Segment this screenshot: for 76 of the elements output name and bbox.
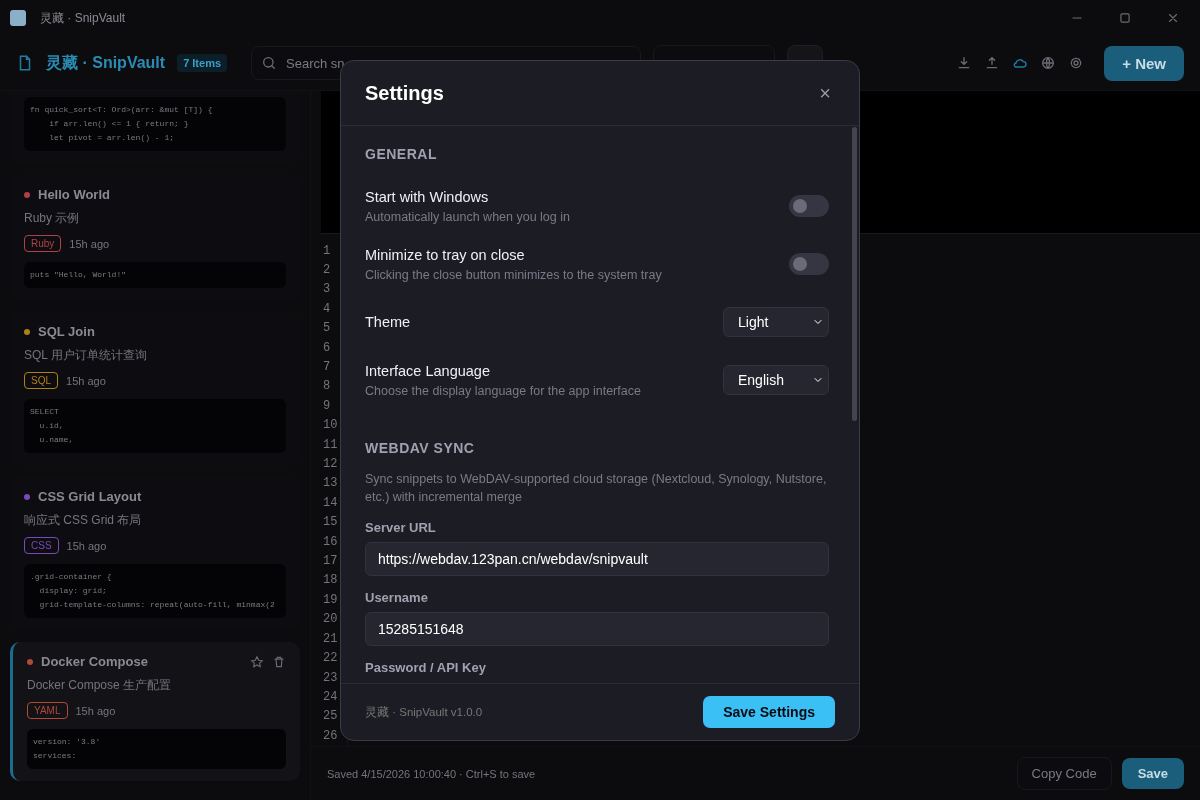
snippet-age: 15h ago (66, 539, 107, 552)
snippet-description: Docker Compose 生产配置 (27, 677, 173, 694)
section-heading: GENERAL (365, 146, 438, 162)
line-number: 6 (323, 339, 332, 357)
line-number: 22 (323, 650, 339, 668)
field-label: Password / API Key (365, 660, 487, 675)
code-preview: version: '3.8' services: (27, 729, 286, 769)
snippet-age: 15h ago (69, 237, 110, 250)
close-button[interactable]: × (815, 81, 835, 105)
dropdown[interactable]: Light (723, 307, 829, 337)
new-button[interactable]: + New (1104, 45, 1184, 81)
field-label: Username (365, 590, 429, 605)
brand-title: 灵藏 · SnipVault (46, 52, 166, 73)
dropdown[interactable]: English (723, 365, 829, 395)
line-number: 21 (323, 630, 339, 648)
copy-code-button[interactable]: Copy Code (1016, 757, 1112, 791)
line-number: 25 (323, 708, 339, 726)
line-number: 24 (323, 688, 339, 706)
line-number: 26 (323, 727, 339, 745)
line-number: 1 (323, 242, 332, 260)
line-number: 10 (323, 417, 339, 435)
section-description: Sync snippets to WebDAV-supported cloud storage (Nextcloud, Synology, Nutstore, etc.) with incremental merge (365, 471, 828, 506)
save-settings-button[interactable]: Save Settings (703, 696, 835, 728)
code-preview: .grid-container { display: grid; grid-template-columns: repeat(auto-fill, minmax(2 (24, 564, 286, 618)
line-number: 2 (323, 262, 332, 279)
line-number: 16 (323, 533, 339, 551)
save-status: Saved 4/15/2026 10:00:40 · Ctrl+S to save (327, 767, 536, 780)
line-number: 7 (323, 359, 332, 376)
snippet-title: CSS Grid Layout (38, 489, 142, 504)
line-number: 23 (323, 669, 339, 687)
line-number: 3 (323, 281, 332, 299)
line-number: 20 (323, 611, 339, 629)
line-number: 8 (323, 378, 332, 396)
snippet-description: 响应式 CSS Grid 布局 (24, 512, 143, 529)
code-preview: puts "Hello, World!" (24, 262, 286, 288)
section-heading: WEBDAV SYNC (365, 440, 476, 456)
snippet-description: SQL 用户订单统计查询 (24, 347, 148, 364)
dialog-title: Settings (365, 81, 444, 105)
window-title: 灵藏 · SnipVault (40, 9, 126, 27)
line-number: 18 (323, 572, 339, 590)
language-tag: Ruby (24, 235, 62, 252)
setting-description: Choose the display language for the app interface (365, 383, 641, 398)
line-number: 17 (323, 553, 339, 571)
version-label: 灵藏 · SnipVault v1.0.0 (365, 704, 483, 720)
snippet-card[interactable]: Docker Compose Docker Compose 生产配置 YAML 15h ago version: '3.8' services: (10, 642, 300, 781)
snippet-title: Docker Compose (41, 654, 148, 669)
language-tag: YAML (27, 702, 68, 719)
snippet-title: Hello World (38, 187, 110, 202)
setting-label: Theme (365, 314, 411, 330)
line-number: 12 (323, 456, 339, 474)
line-number: 11 (323, 436, 339, 454)
language-tag: SQL (24, 372, 58, 389)
line-number: 5 (323, 320, 332, 338)
setting-label: Minimize to tray on close (365, 246, 526, 263)
line-number: 9 (323, 397, 332, 415)
snippet-age: 15h ago (75, 704, 116, 717)
field-label: Server URL (365, 520, 437, 535)
line-number: 13 (323, 475, 339, 493)
code-preview: fn quick_sort<T: Ord>(arr: &mut [T]) { if arr.len() <= 1 { return; } let pivot = arr.len() - 1; (24, 97, 286, 151)
save-button[interactable]: Save (1121, 758, 1184, 790)
line-number: 14 (323, 494, 339, 512)
text-field[interactable]: https://webdav.123pan.cn/webdav/snipvault (365, 542, 829, 576)
setting-description: Clicking the close button minimizes to the system tray (365, 267, 662, 282)
text-field[interactable]: 15285151648 (365, 612, 829, 646)
code-preview: SELECT u.id, u.name, (24, 399, 286, 453)
setting-label: Start with Windows (365, 188, 490, 205)
item-count-badge: 7 Items (177, 54, 228, 72)
snippet-age: 15h ago (66, 374, 106, 387)
snippet-description: Ruby 示例 (24, 210, 81, 227)
setting-label: Interface Language (365, 362, 491, 379)
snippet-title: SQL Join (38, 324, 95, 339)
line-number: 4 (323, 300, 332, 318)
line-number: 15 (323, 514, 339, 532)
setting-description: Automatically launch when you log in (365, 209, 570, 224)
language-tag: CSS (24, 537, 59, 554)
line-number: 19 (323, 591, 339, 609)
